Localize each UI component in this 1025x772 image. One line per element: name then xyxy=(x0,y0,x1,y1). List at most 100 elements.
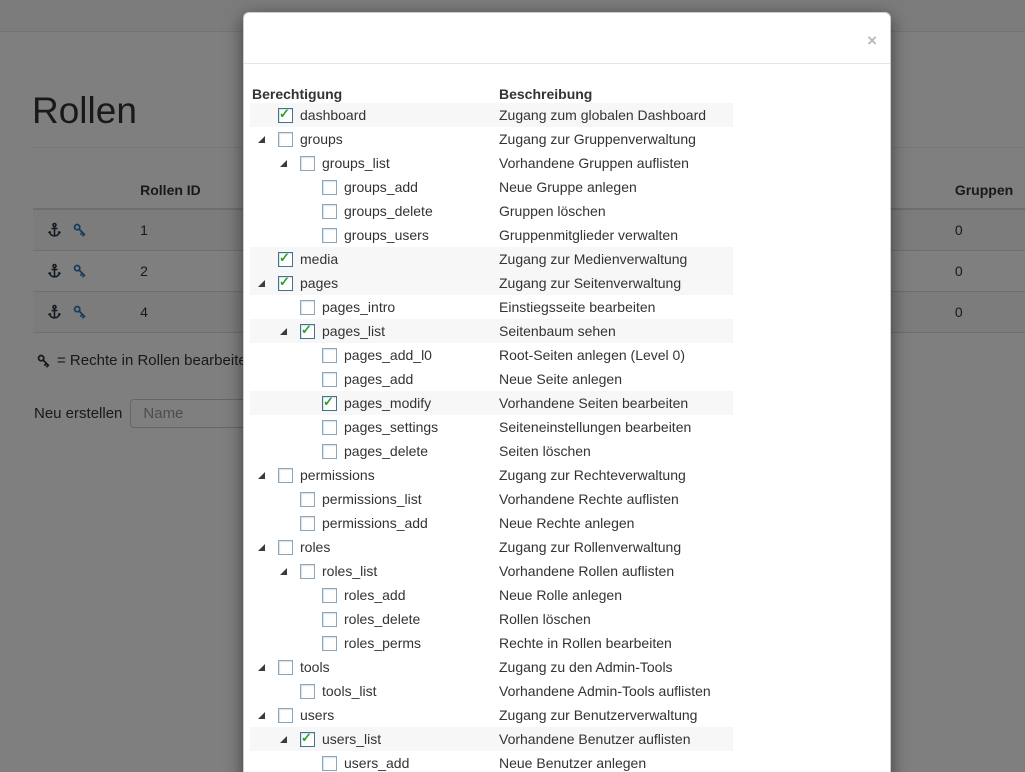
expand-collapse-icon[interactable] xyxy=(258,664,265,671)
permission-label: tools_list xyxy=(322,683,376,699)
permission-checkbox[interactable] xyxy=(278,708,293,723)
permission-checkbox[interactable] xyxy=(322,756,337,771)
permission-checkbox[interactable] xyxy=(300,564,315,579)
expand-collapse-icon[interactable] xyxy=(258,136,265,143)
expand-collapse-icon[interactable] xyxy=(258,472,265,479)
permission-checkbox[interactable] xyxy=(300,516,315,531)
permission-checkbox[interactable] xyxy=(322,636,337,651)
check-icon: ✓ xyxy=(279,250,290,266)
permission-checkbox[interactable]: ✓ xyxy=(300,732,315,747)
permission-label: permissions_add xyxy=(322,515,428,531)
permission-checkbox[interactable] xyxy=(322,348,337,363)
permission-label: pages xyxy=(300,275,338,291)
tree-row: groups_deleteGruppen löschen xyxy=(250,199,733,223)
expander-slot xyxy=(274,736,300,743)
tree-row-left: roles_delete xyxy=(250,611,499,627)
permission-description: Root-Seiten anlegen (Level 0) xyxy=(499,347,733,363)
permission-label: roles_perms xyxy=(344,635,421,651)
permission-checkbox[interactable] xyxy=(322,588,337,603)
permission-label: pages_settings xyxy=(344,419,438,435)
tree-row-left: ✓ users_list xyxy=(250,731,499,747)
permission-label: users_list xyxy=(322,731,381,747)
close-icon[interactable]: × xyxy=(867,32,877,49)
tree-row-left: groups_list xyxy=(250,155,499,171)
expand-collapse-icon[interactable] xyxy=(280,568,287,575)
expand-collapse-icon[interactable] xyxy=(280,328,287,335)
permission-description: Zugang zur Seitenverwaltung xyxy=(499,275,733,291)
tree-row: roles_deleteRollen löschen xyxy=(250,607,733,631)
tree-row: pages_introEinstiegsseite bearbeiten xyxy=(250,295,733,319)
tree-row-left: roles_add xyxy=(250,587,499,603)
permission-label: pages_add xyxy=(344,371,413,387)
tree-row-left: roles_list xyxy=(250,563,499,579)
permission-description: Zugang zur Gruppenverwaltung xyxy=(499,131,733,147)
tree-row: pages_settingsSeiteneinstellungen bearbe… xyxy=(250,415,733,439)
expand-collapse-icon[interactable] xyxy=(258,712,265,719)
check-icon: ✓ xyxy=(301,730,312,746)
permission-label: groups_add xyxy=(344,179,418,195)
permission-description: Zugang zur Rechteverwaltung xyxy=(499,467,733,483)
permission-label: roles_add xyxy=(344,587,406,603)
permission-checkbox[interactable] xyxy=(322,420,337,435)
check-icon: ✓ xyxy=(301,322,312,338)
permission-checkbox[interactable]: ✓ xyxy=(300,324,315,339)
permission-checkbox[interactable] xyxy=(322,204,337,219)
permission-checkbox[interactable] xyxy=(278,660,293,675)
permission-checkbox[interactable]: ✓ xyxy=(322,396,337,411)
expander-slot xyxy=(274,160,300,167)
permission-label: pages_intro xyxy=(322,299,395,315)
permission-description: Vorhandene Gruppen auflisten xyxy=(499,155,733,171)
tree-row: groups_addNeue Gruppe anlegen xyxy=(250,175,733,199)
permission-description: Vorhandene Rechte auflisten xyxy=(499,491,733,507)
permission-label: roles xyxy=(300,539,330,555)
check-icon: ✓ xyxy=(279,274,290,290)
tree-row: ✓mediaZugang zur Medienverwaltung xyxy=(250,247,733,271)
permission-checkbox[interactable] xyxy=(278,132,293,147)
permission-checkbox[interactable] xyxy=(278,540,293,555)
permission-checkbox[interactable] xyxy=(300,300,315,315)
permission-description: Gruppenmitglieder verwalten xyxy=(499,227,733,243)
permission-checkbox[interactable] xyxy=(322,372,337,387)
permission-description: Zugang zur Benutzerverwaltung xyxy=(499,707,733,723)
tree-row-left: ✓ dashboard xyxy=(250,107,499,123)
tree-row: permissions_listVorhandene Rechte auflis… xyxy=(250,487,733,511)
tree-row-left: users xyxy=(250,707,499,723)
tree-row: permissions Zugang zur Rechteverwaltung xyxy=(250,463,733,487)
permission-label: tools xyxy=(300,659,330,675)
tree-row-left: pages_delete xyxy=(250,443,499,459)
tree-row: ✓pages_listSeitenbaum sehen xyxy=(250,319,733,343)
tree-row: tools_list Vorhandene Admin-Tools auflist… xyxy=(250,679,733,703)
expander-slot xyxy=(252,664,278,671)
permission-checkbox[interactable]: ✓ xyxy=(278,108,293,123)
description-column-header: Beschreibung xyxy=(499,86,592,103)
tree-row-left: permissions_list xyxy=(250,491,499,507)
tree-row-left: permissions xyxy=(250,467,499,483)
expand-collapse-icon[interactable] xyxy=(258,544,265,551)
expand-collapse-icon[interactable] xyxy=(280,160,287,167)
permission-label: pages_list xyxy=(322,323,385,339)
permission-checkbox[interactable] xyxy=(322,228,337,243)
permission-label: users_add xyxy=(344,755,409,771)
permission-checkbox[interactable]: ✓ xyxy=(278,276,293,291)
permission-checkbox[interactable]: ✓ xyxy=(278,252,293,267)
permission-checkbox[interactable] xyxy=(322,444,337,459)
permission-checkbox[interactable] xyxy=(278,468,293,483)
permission-checkbox[interactable] xyxy=(300,492,315,507)
check-icon: ✓ xyxy=(323,394,334,410)
permission-label: pages_delete xyxy=(344,443,428,459)
permission-checkbox[interactable] xyxy=(300,156,315,171)
permission-description: Neue Benutzer anlegen xyxy=(499,755,733,771)
permission-checkbox[interactable] xyxy=(322,180,337,195)
expander-slot xyxy=(274,568,300,575)
permission-checkbox[interactable] xyxy=(300,684,315,699)
permission-checkbox[interactable] xyxy=(322,612,337,627)
expand-collapse-icon[interactable] xyxy=(258,280,265,287)
permission-column-header: Berechtigung xyxy=(250,86,499,103)
permission-description: Vorhandene Admin-Tools auflisten xyxy=(499,683,733,699)
expand-collapse-icon[interactable] xyxy=(280,736,287,743)
permission-label: dashboard xyxy=(300,107,366,123)
permission-description: Zugang zum globalen Dashboard xyxy=(499,107,733,123)
permission-description: Gruppen löschen xyxy=(499,203,733,219)
permission-label: permissions xyxy=(300,467,375,483)
permission-description: Vorhandene Benutzer auflisten xyxy=(499,731,733,747)
